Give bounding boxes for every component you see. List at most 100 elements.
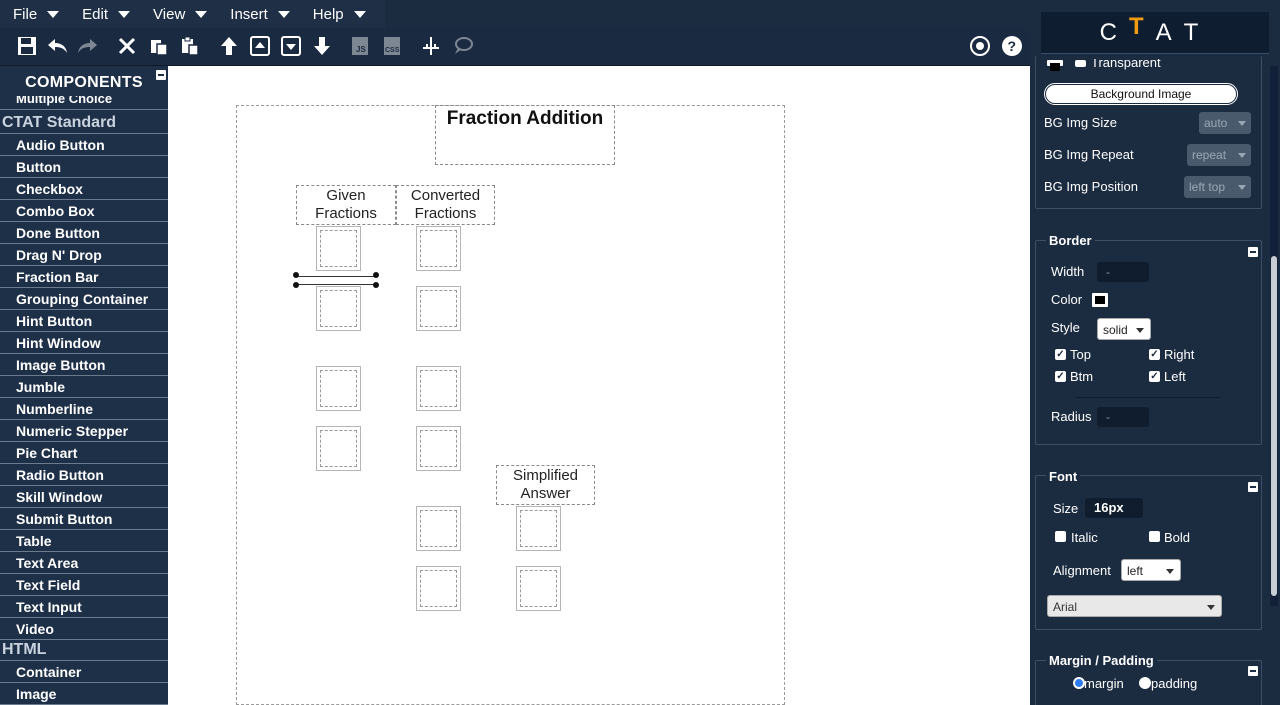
resize-handle[interactable]	[373, 272, 379, 278]
border-top-checkbox[interactable]: ✓	[1055, 349, 1066, 360]
component-container[interactable]: Container	[0, 661, 168, 683]
component-image-button[interactable]: Image Button	[0, 354, 168, 376]
collapse-icon[interactable]	[1248, 666, 1258, 676]
align-icon[interactable]	[419, 34, 443, 58]
css-file-icon[interactable]: CSS	[380, 34, 404, 58]
italic-checkbox[interactable]	[1055, 531, 1066, 542]
border-left-checkbox[interactable]: ✓	[1149, 371, 1160, 382]
bg-img-repeat-select[interactable]: repeat	[1187, 144, 1251, 166]
component-checkbox[interactable]: Checkbox	[0, 178, 168, 200]
resize-handle[interactable]	[293, 272, 299, 278]
component-skill-window[interactable]: Skill Window	[0, 486, 168, 508]
chevron-down-icon	[195, 10, 208, 18]
component-numeric-stepper[interactable]: Numeric Stepper	[0, 420, 168, 442]
converted-fractions-text: Converted Fractions	[410, 187, 481, 222]
sum-denominator[interactable]	[416, 566, 461, 611]
component-button[interactable]: Button	[0, 156, 168, 178]
border-style-select[interactable]: solid	[1097, 318, 1151, 340]
converted-numerator-1[interactable]	[416, 226, 461, 271]
save-icon[interactable]	[15, 34, 39, 58]
component-text-area[interactable]: Text Area	[0, 552, 168, 574]
bg-img-size-select[interactable]: auto	[1199, 112, 1251, 134]
component-combo-box[interactable]: Combo Box	[0, 200, 168, 222]
component-text-field[interactable]: Text Field	[0, 574, 168, 596]
menu-help[interactable]: Help	[300, 0, 376, 28]
redo-icon[interactable]	[76, 34, 100, 58]
menu-view[interactable]: View	[140, 0, 217, 28]
comment-icon[interactable]	[451, 34, 475, 58]
bg-color-swatch[interactable]	[1047, 60, 1063, 71]
collapse-icon[interactable]	[1248, 482, 1258, 492]
category-ctat-standard[interactable]: CTAT Standard	[0, 112, 168, 134]
delete-icon[interactable]	[115, 34, 139, 58]
menu-insert[interactable]: Insert	[217, 0, 300, 28]
resize-handle[interactable]	[293, 282, 299, 288]
collapse-icon[interactable]	[156, 70, 166, 80]
resize-handle[interactable]	[373, 282, 379, 288]
simplified-denominator[interactable]	[516, 566, 561, 611]
converted-denominator-2[interactable]	[416, 426, 461, 471]
border-right-checkbox[interactable]: ✓	[1149, 349, 1160, 360]
border-color-swatch[interactable]	[1092, 293, 1108, 307]
copy-icon[interactable]	[147, 34, 171, 58]
component-image[interactable]: Image	[0, 683, 168, 705]
converted-numerator-2[interactable]	[416, 366, 461, 411]
component-jumble[interactable]: Jumble	[0, 376, 168, 398]
converted-fractions-label[interactable]: Converted Fractions	[396, 185, 495, 225]
border-style-label: Style	[1051, 320, 1080, 335]
help-icon[interactable]: ?	[1000, 34, 1024, 58]
move-up-icon[interactable]	[217, 34, 241, 58]
given-denominator-1[interactable]	[316, 286, 361, 331]
bring-forward-icon[interactable]	[248, 34, 272, 58]
component-table[interactable]: Table	[0, 530, 168, 552]
border-width-input[interactable]: -	[1097, 262, 1149, 282]
bold-checkbox[interactable]	[1149, 531, 1160, 542]
sum-numerator[interactable]	[416, 506, 461, 551]
component-hint-button[interactable]: Hint Button	[0, 310, 168, 332]
component-grouping-container[interactable]: Grouping Container	[0, 288, 168, 310]
padding-radio[interactable]	[1139, 677, 1151, 689]
component-pie-chart[interactable]: Pie Chart	[0, 442, 168, 464]
component-radio-button[interactable]: Radio Button	[0, 464, 168, 486]
logo-letter-a: A	[1155, 18, 1184, 46]
paste-icon[interactable]	[178, 34, 202, 58]
menu-edit[interactable]: Edit	[69, 0, 140, 28]
title-label[interactable]: Fraction Addition	[435, 105, 615, 165]
properties-scrollbar[interactable]	[1270, 66, 1278, 606]
component-submit-button[interactable]: Submit Button	[0, 508, 168, 530]
category-html[interactable]: HTML	[0, 639, 168, 661]
converted-denominator-1[interactable]	[416, 286, 461, 331]
background-image-button[interactable]: Background Image	[1044, 83, 1238, 105]
alignment-select[interactable]: left	[1121, 559, 1181, 581]
simplified-numerator[interactable]	[516, 506, 561, 551]
component-hint-window[interactable]: Hint Window	[0, 332, 168, 354]
given-numerator-1[interactable]	[316, 226, 361, 271]
selected-line-component[interactable]	[296, 276, 376, 285]
component-numberline[interactable]: Numberline	[0, 398, 168, 420]
simplified-answer-label[interactable]: Simplified Answer	[496, 465, 595, 505]
border-btm-checkbox[interactable]: ✓	[1055, 371, 1066, 382]
component-fraction-bar[interactable]: Fraction Bar	[0, 266, 168, 288]
menu-file[interactable]: File	[0, 0, 69, 28]
send-backward-icon[interactable]	[279, 34, 303, 58]
collapse-icon[interactable]	[1248, 247, 1258, 257]
transparent-checkbox[interactable]	[1075, 60, 1086, 67]
component-done-button[interactable]: Done Button	[0, 222, 168, 244]
font-size-input[interactable]: 16px	[1085, 498, 1143, 518]
component-drag-n-drop[interactable]: Drag N' Drop	[0, 244, 168, 266]
component-audio-button[interactable]: Audio Button	[0, 134, 168, 156]
component-text-input[interactable]: Text Input	[0, 596, 168, 618]
preview-icon[interactable]	[968, 34, 992, 58]
border-radius-input[interactable]: -	[1097, 407, 1149, 427]
component-multiple-choice[interactable]: Multiple Choice	[0, 96, 168, 110]
component-video[interactable]: Video	[0, 618, 168, 640]
font-family-select[interactable]: Arial	[1047, 595, 1222, 617]
js-file-icon[interactable]: JS	[348, 34, 372, 58]
undo-icon[interactable]	[45, 34, 69, 58]
given-denominator-2[interactable]	[316, 426, 361, 471]
move-down-icon[interactable]	[310, 34, 334, 58]
given-fractions-label[interactable]: Given Fractions	[296, 185, 396, 225]
scrollbar-thumb[interactable]	[1271, 256, 1277, 596]
given-numerator-2[interactable]	[316, 366, 361, 411]
bg-img-position-select[interactable]: left top	[1184, 176, 1251, 198]
